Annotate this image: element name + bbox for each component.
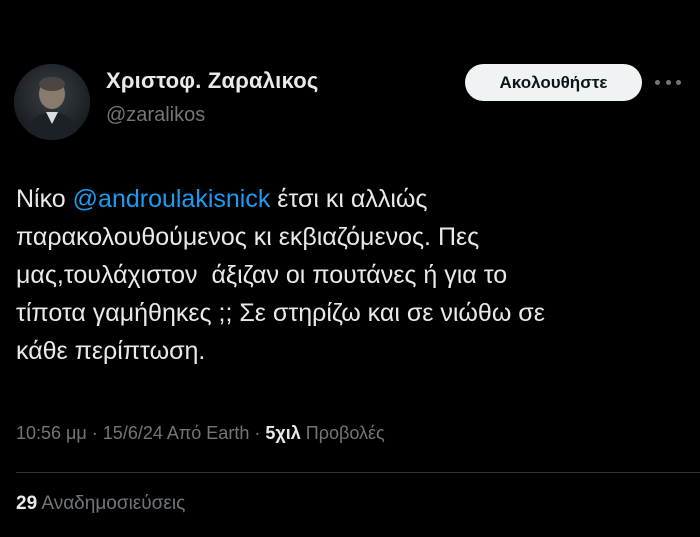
follow-button[interactable]: Ακολουθήστε <box>465 64 642 101</box>
more-horizontal-icon[interactable] <box>655 72 681 92</box>
avatar[interactable] <box>14 64 90 140</box>
reposts-count: 29 <box>16 493 38 514</box>
reposts-stat[interactable]: 29 Αναδημοσιεύσεις <box>16 493 185 515</box>
more-dot <box>676 79 681 85</box>
author-handle[interactable]: @zaralikos <box>106 104 205 127</box>
author-display-name[interactable]: Χριστοφ. Ζαραλικος <box>106 68 319 94</box>
tweet-text-before: Νίκο <box>16 185 73 213</box>
views-count: 5χιλ <box>265 423 301 443</box>
tweet-container: Χριστοφ. Ζαραλικος @zaralikos Ακολουθήστ… <box>0 0 700 537</box>
avatar-image <box>14 64 90 140</box>
reposts-label: Αναδημοσιεύσεις <box>37 493 186 514</box>
meta-separator: · <box>249 423 266 443</box>
tweet-time[interactable]: 10:56 μμ <box>16 423 87 443</box>
mention-link[interactable]: @androulakisnick <box>73 185 271 213</box>
more-dot <box>665 79 671 85</box>
tweet-meta: 10:56 μμ · 15/6/24 Από Earth · 5χιλ Προβ… <box>16 423 385 444</box>
tweet-source: Από Earth <box>162 423 250 443</box>
more-dot <box>655 79 660 85</box>
tweet-text: Νίκο @androulakisnick έτσι κι αλλιώς παρ… <box>16 180 666 370</box>
meta-separator: · <box>86 423 103 443</box>
views-label: Προβολές <box>300 423 385 443</box>
divider <box>16 472 700 473</box>
tweet-date[interactable]: 15/6/24 <box>103 423 163 443</box>
